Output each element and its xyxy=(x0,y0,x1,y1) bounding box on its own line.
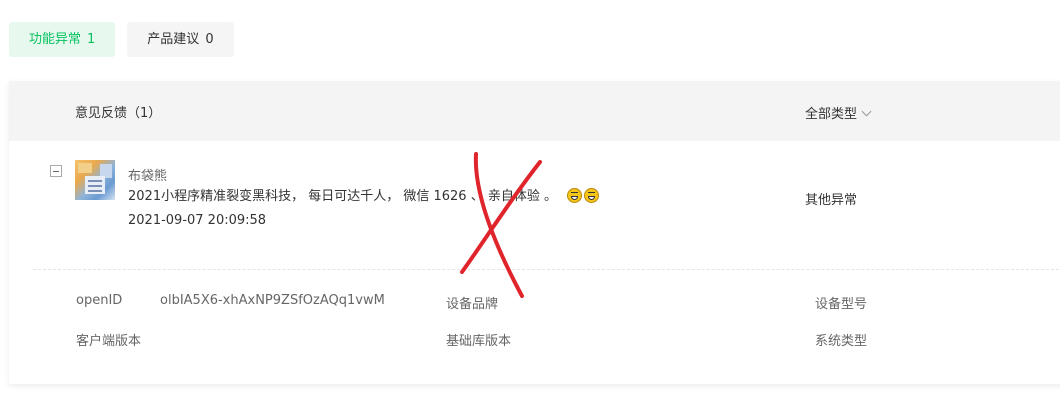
tab-label: 功能异常 xyxy=(29,32,82,47)
device-brand-label: 设备品牌 xyxy=(446,297,499,312)
feedback-tabs: 功能异常 1 产品建议 0 xyxy=(9,22,234,57)
feedback-message: 2021小程序精准裂变黑科技， 每日可达千人， 微信 1626 、 亲自体验 。 xyxy=(128,185,600,204)
grinning-face-icon xyxy=(567,188,583,203)
user-name: 布袋熊 xyxy=(128,169,168,184)
chevron-down-icon xyxy=(861,106,872,117)
list-title: 意见反馈（1） xyxy=(75,106,162,121)
os-type-label: 系统类型 xyxy=(815,334,868,349)
base-lib-version-label: 基础库版本 xyxy=(446,334,512,349)
feedback-card: 意见反馈（1） 全部类型 布袋熊 2021小程序精准裂变黑科技， 每日可达千人，… xyxy=(9,81,1060,384)
feedback-category: 其他异常 xyxy=(805,193,858,208)
tab-count: 0 xyxy=(205,32,214,47)
tab-count: 1 xyxy=(87,32,96,47)
openid-label: openID xyxy=(76,293,123,308)
list-header: 意见反馈（1） 全部类型 xyxy=(9,81,1060,141)
laughing-face-icon xyxy=(584,188,600,203)
tab-function-error[interactable]: 功能异常 1 xyxy=(9,22,116,57)
tab-label: 产品建议 xyxy=(147,32,200,47)
openid-value: olbIA5X6-xhAxNP9ZSfOzAQq1vwM xyxy=(160,293,385,308)
feedback-timestamp: 2021-09-07 20:09:58 xyxy=(128,213,267,228)
type-filter-label: 全部类型 xyxy=(805,107,858,122)
avatar xyxy=(75,160,115,200)
device-model-label: 设备型号 xyxy=(815,297,868,312)
tab-product-suggestion[interactable]: 产品建议 0 xyxy=(127,22,234,57)
divider xyxy=(33,269,1060,270)
feedback-message-text: 2021小程序精准裂变黑科技， 每日可达千人， 微信 1626 、 亲自体验 。 xyxy=(128,189,557,204)
collapse-toggle-button[interactable] xyxy=(50,165,62,177)
client-version-label: 客户端版本 xyxy=(76,334,142,349)
type-filter-dropdown[interactable]: 全部类型 xyxy=(805,103,872,122)
